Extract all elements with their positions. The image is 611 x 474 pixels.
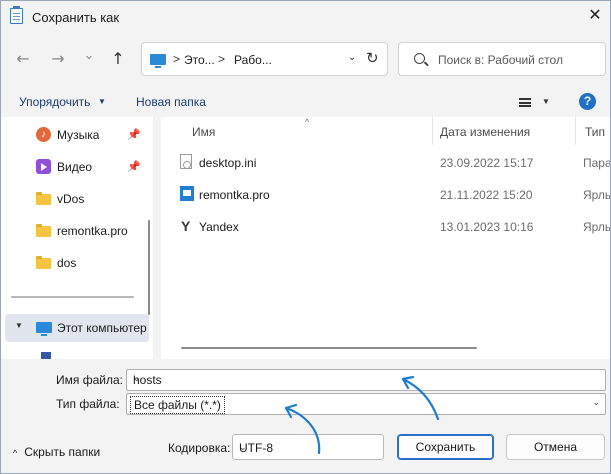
file-modified: 13.01.2023 10:16 — [440, 220, 534, 234]
video-icon — [36, 159, 51, 174]
search-box[interactable]: Поиск в: Рабочий стол — [398, 42, 606, 76]
back-arrow-icon[interactable]: ← — [12, 48, 34, 70]
encoding-select[interactable]: UTF-8 ⌄ — [232, 434, 384, 460]
view-options-icon[interactable] — [519, 98, 531, 107]
vertical-scrollbar[interactable] — [148, 220, 150, 315]
column-header-type[interactable]: Тип — [585, 125, 605, 139]
refresh-icon[interactable]: ↻ — [366, 49, 379, 67]
expand-chevron-icon[interactable]: ▼ — [15, 321, 23, 330]
column-divider[interactable] — [575, 117, 576, 145]
chevron-down-icon[interactable]: ⌄ — [592, 397, 600, 408]
help-icon[interactable]: ? — [579, 93, 596, 110]
column-divider[interactable] — [432, 117, 433, 145]
filetype-select[interactable]: Все файлы (*.*) ⌄ — [126, 393, 606, 415]
recent-locations-chevron-icon[interactable]: ⌄ — [78, 45, 100, 67]
breadcrumb-this-pc[interactable]: Это... — [184, 53, 215, 67]
sidebar-item-label: remontka.pro — [57, 224, 128, 238]
new-folder-button[interactable]: Новая папка — [136, 95, 206, 109]
address-dropdown-chevron-icon[interactable]: ⌄ — [348, 52, 356, 63]
command-bar: Упорядочить ▼ Новая папка ▼ ? — [1, 88, 610, 116]
breadcrumb-separator: > — [218, 52, 226, 66]
sidebar-item-label: vDos — [57, 192, 85, 206]
folder-icon — [36, 192, 51, 205]
notepad-icon — [10, 6, 23, 24]
music-icon: ♪ — [36, 127, 51, 142]
window-title: Сохранить как — [32, 10, 120, 25]
sidebar-item-label: Этот компьютер — [57, 321, 147, 335]
file-row[interactable]: Y Yandex 13.01.2023 10:16 Ярлык — [161, 211, 610, 243]
file-type: Ярлык — [583, 220, 610, 234]
sidebar-item-this-pc[interactable]: ▼ Этот компьютер — [5, 314, 149, 342]
search-placeholder: Поиск в: Рабочий стол — [438, 53, 563, 67]
encoding-label: Кодировка: — [168, 441, 231, 455]
sidebar-item-label: Видео — [57, 160, 93, 174]
cancel-button[interactable]: Отмена — [506, 434, 605, 460]
chevron-down-icon[interactable]: ⌄ — [239, 442, 376, 453]
organize-dropdown-icon[interactable]: ▼ — [98, 97, 106, 106]
sidebar-item-label: Музыка — [57, 128, 100, 142]
breadcrumb-desktop[interactable]: Рабо... — [234, 53, 272, 67]
file-name: remontka.pro — [199, 188, 270, 202]
windows-icon — [41, 352, 51, 359]
search-icon — [414, 53, 425, 64]
address-bar[interactable]: > Это... > Рабо... ⌄ ↻ — [141, 42, 388, 76]
folder-icon — [36, 224, 51, 237]
organize-button[interactable]: Упорядочить — [19, 95, 90, 109]
filename-label: Имя файла: — [56, 373, 123, 387]
breadcrumb-separator: > — [173, 52, 181, 66]
hide-folders-label: Скрыть папки — [24, 445, 101, 459]
chevron-up-icon: ^ — [13, 448, 18, 458]
hide-folders-button[interactable]: ^ Скрыть папки — [13, 445, 100, 459]
file-row[interactable]: desktop.ini 23.09.2022 15:17 Параметры к… — [161, 147, 610, 179]
file-modified: 23.09.2022 15:17 — [440, 156, 534, 170]
file-modified: 21.11.2022 15:20 — [440, 188, 533, 202]
file-name: Yandex — [199, 220, 239, 234]
chevron-down-icon[interactable]: ⌄ — [133, 373, 600, 384]
save-as-dialog: Сохранить как ✕ ← → ⌄ ↑ > Это... > Рабо.… — [0, 0, 611, 474]
sidebar-item-label: dos — [57, 256, 77, 270]
column-header-name[interactable]: Имя — [192, 125, 215, 139]
sidebar-item-music[interactable]: ♪ Музыка 📌 — [1, 121, 153, 149]
filename-field[interactable]: hosts ⌄ — [126, 369, 606, 391]
sidebar-item-partial[interactable] — [41, 350, 151, 359]
file-name: desktop.ini — [199, 156, 257, 170]
view-dropdown-icon[interactable]: ▼ — [542, 97, 550, 106]
ini-file-icon — [180, 154, 192, 169]
forward-arrow-icon[interactable]: → — [47, 48, 69, 70]
sidebar-item-remontka[interactable]: remontka.pro — [1, 217, 153, 245]
save-button[interactable]: Сохранить — [397, 434, 494, 460]
horizontal-scrollbar[interactable] — [11, 296, 134, 298]
sidebar-item-vdos[interactable]: vDos — [1, 185, 153, 213]
horizontal-scrollbar[interactable] — [181, 347, 477, 349]
folder-icon — [36, 256, 51, 269]
sort-ascending-icon: ^ — [305, 117, 310, 127]
shortcut-icon — [180, 186, 194, 201]
filetype-label: Тип файла: — [56, 397, 120, 411]
pin-icon: 📌 — [127, 128, 141, 141]
file-type: Параметры конфигурации — [583, 156, 610, 170]
computer-icon — [36, 322, 52, 336]
file-list: ^ Имя Дата изменения Тип desktop.ini 23.… — [161, 117, 610, 359]
file-type: Ярлык — [583, 188, 610, 202]
pin-icon: 📌 — [127, 160, 141, 173]
filetype-value: Все файлы (*.*) — [130, 396, 225, 414]
sidebar-item-dos[interactable]: dos — [1, 249, 153, 277]
title-bar: Сохранить как ✕ — [1, 1, 610, 33]
yandex-icon: Y — [181, 218, 191, 234]
up-arrow-icon[interactable]: ↑ — [107, 48, 129, 70]
close-icon[interactable]: ✕ — [584, 5, 606, 27]
computer-icon — [150, 54, 166, 68]
sidebar-item-video[interactable]: Видео 📌 — [1, 153, 153, 181]
column-header-modified[interactable]: Дата изменения — [440, 125, 530, 139]
navigation-pane: ♪ Музыка 📌 Видео 📌 vDos remontka.pro dos… — [1, 117, 153, 359]
file-row[interactable]: remontka.pro 21.11.2022 15:20 Ярлык — [161, 179, 610, 211]
